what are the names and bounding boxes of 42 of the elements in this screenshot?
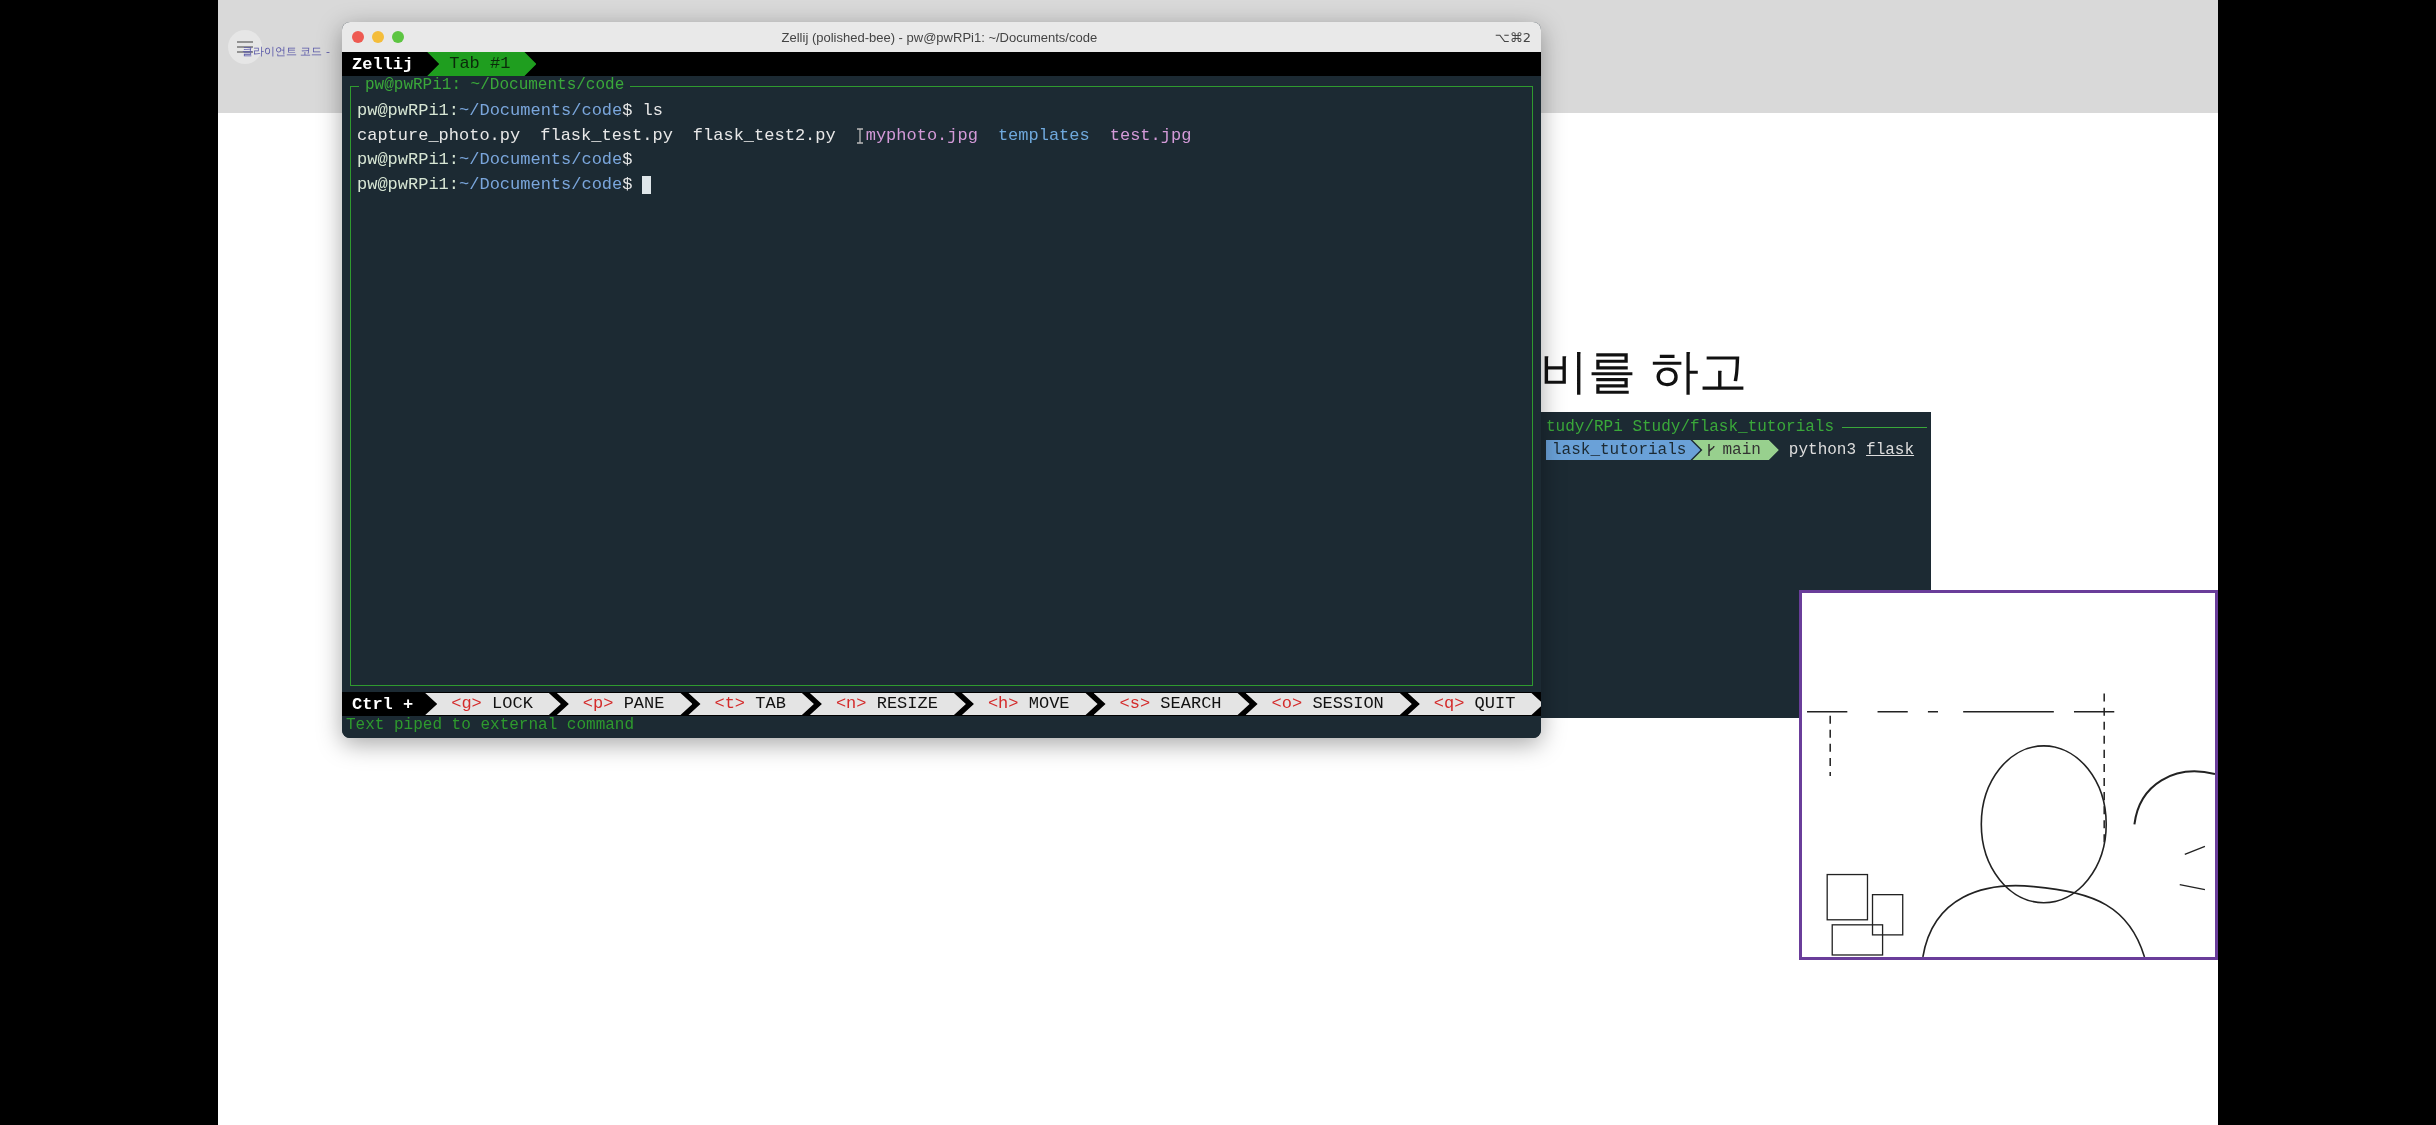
prompt-symbol: $ <box>622 173 633 196</box>
window-shortcut: ⌥⌘2 <box>1494 29 1531 45</box>
pane-title: pw@pwRPi1: ~/Documents/code <box>359 76 631 94</box>
command-argument: flask <box>1866 441 1915 459</box>
prompt-user: pw@pwRPi1: <box>357 149 460 171</box>
prompt-path: ~/Documents/code <box>459 100 623 122</box>
maximize-button[interactable] <box>392 31 404 43</box>
minimize-button[interactable] <box>372 31 384 43</box>
prompt-path: ~/Documents/code <box>459 149 623 171</box>
status-message: Text piped to external command <box>342 716 1541 738</box>
shortcut-key[interactable]: <o> SESSION <box>1245 693 1412 715</box>
window-title: Zellij (polished-bee) - pw@pwRPi1: ~/Documents/code <box>781 29 1098 45</box>
close-button[interactable] <box>352 31 364 43</box>
command-text: python3 <box>1788 441 1857 459</box>
shortcut-key[interactable]: <p> PANE <box>556 693 693 715</box>
shortcut-key[interactable]: <t> TAB <box>688 693 814 715</box>
app-name: Zellij <box>351 54 415 74</box>
mouse-pointer-icon <box>855 127 864 144</box>
prompt-symbol: $ <box>622 100 633 122</box>
slide-heading: 비를 하고 <box>1540 342 1748 401</box>
prompt-user: pw@pwRPi1: <box>357 100 460 122</box>
modifier-key: Ctrl + <box>342 694 426 714</box>
file-name: flask_test.py <box>540 124 673 147</box>
file-name: test.jpg <box>1109 124 1192 147</box>
branch-icon <box>1706 443 1717 457</box>
file-name: flask_test2.py <box>692 124 836 147</box>
shortcut-key[interactable]: <s> SEARCH <box>1093 693 1250 715</box>
file-name: templates <box>997 124 1090 147</box>
pane-title: tudy/RPi Study/flask_tutorials <box>1546 418 1835 436</box>
shortcut-key[interactable]: <q> QUIT <box>1407 693 1541 715</box>
command-text: ls <box>642 100 663 122</box>
branch-name: main <box>1722 441 1761 459</box>
tab[interactable]: Tab #1 <box>427 52 537 76</box>
shortcut-key[interactable]: <h> MOVE <box>961 693 1098 715</box>
file-name: myphoto.jpg <box>865 124 978 147</box>
prompt-symbol: $ <box>622 149 633 171</box>
shortcut-key[interactable]: <g> LOCK <box>425 693 561 715</box>
shortcut-key[interactable]: <n> RESIZE <box>809 693 966 715</box>
prompt-user: pw@pwRPi1: <box>357 173 460 196</box>
prompt-path: ~/Documents/code <box>459 173 623 196</box>
prompt-folder-segment: lask_tutorials <box>1546 440 1701 460</box>
file-name: capture_photo.py <box>357 124 521 147</box>
